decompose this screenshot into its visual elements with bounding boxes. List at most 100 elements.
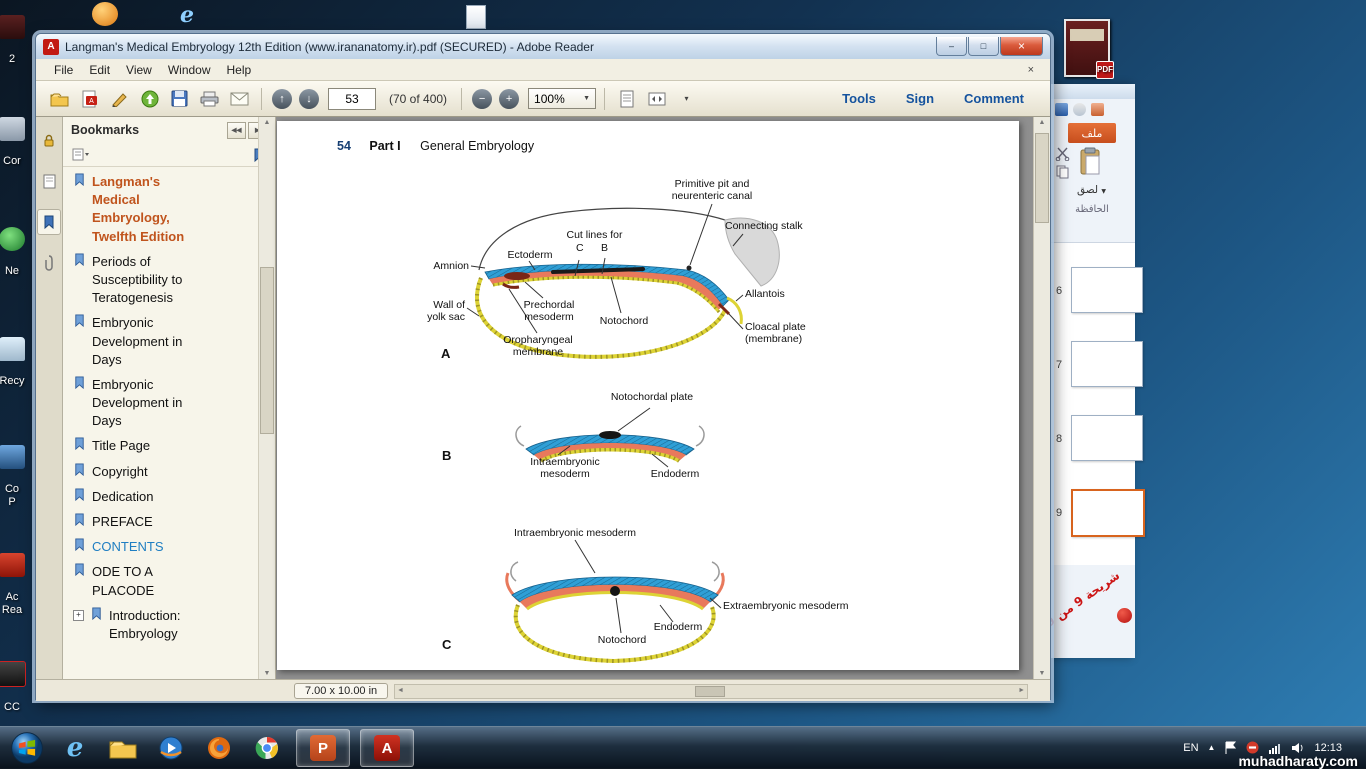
bookmark-item[interactable]: Embryonic Development in Days <box>73 314 259 369</box>
desktop-icon[interactable]: Co P <box>0 432 30 521</box>
zoom-in-button[interactable]: + <box>499 89 519 109</box>
taskbar-internet-explorer-icon[interactable]: e <box>56 730 94 766</box>
window-titlebar[interactable]: A Langman's Medical Embryology 12th Edit… <box>36 34 1050 59</box>
desktop-icon[interactable]: Ne <box>0 214 30 291</box>
bookmark-item[interactable]: ODE TO A PLACODE <box>73 563 259 599</box>
desktop-icon[interactable]: CC <box>0 648 30 727</box>
scrollbar-thumb[interactable] <box>695 686 725 697</box>
page-number-input[interactable] <box>328 88 376 110</box>
document-area[interactable]: 54 Part I General Embryology <box>276 117 1050 679</box>
desktop-icon[interactable]: 2 <box>0 2 30 79</box>
scroll-right-icon[interactable]: ► <box>1018 687 1025 694</box>
sign-pen-button[interactable] <box>106 86 133 111</box>
horizontal-scrollbar[interactable]: ◄ ► <box>394 684 1028 699</box>
bookmarks-scrollbar[interactable]: ▲ ▼ <box>258 117 275 679</box>
bookmark-item-expandable[interactable]: + Introduction: Embryology <box>73 607 259 643</box>
action-center-flag-icon[interactable] <box>1224 741 1237 755</box>
page-thumbnails-tab[interactable] <box>38 169 60 193</box>
bookmark-item[interactable]: PREFACE <box>73 513 259 531</box>
menu-edit[interactable]: Edit <box>81 61 118 79</box>
slides-pane[interactable]: 6 7 8 9 <box>1049 242 1135 565</box>
bookmark-item[interactable]: Periods of Susceptibility to Teratogenes… <box>73 253 259 308</box>
start-button[interactable] <box>8 730 46 766</box>
print-button[interactable] <box>196 86 223 111</box>
bookmark-item[interactable]: Copyright <box>73 463 259 481</box>
ppt-file-button[interactable]: ملف <box>1068 123 1116 143</box>
slide-row[interactable]: 6 <box>1049 243 1135 317</box>
tools-button[interactable]: Tools <box>842 91 876 106</box>
maximize-button[interactable]: □ <box>968 37 999 56</box>
zoom-out-button[interactable]: − <box>472 89 492 109</box>
send-file-button[interactable] <box>136 86 163 111</box>
language-indicator[interactable]: EN <box>1183 742 1198 754</box>
menu-view[interactable]: View <box>118 61 160 79</box>
bookmark-item[interactable]: Langman's Medical Embryology, Twelfth Ed… <box>73 173 259 246</box>
scroll-up-icon[interactable]: ▲ <box>1034 119 1050 126</box>
desktop-icon-document[interactable] <box>466 5 486 29</box>
taskbar-powerpoint-button-active[interactable]: P <box>296 729 350 767</box>
collapse-panel-button[interactable]: ◀◀ <box>227 122 246 139</box>
scrolling-mode-button[interactable] <box>613 86 640 111</box>
menu-help[interactable]: Help <box>219 61 260 79</box>
slide-row[interactable]: 7 <box>1049 317 1135 391</box>
bookmarks-tab[interactable] <box>37 209 61 235</box>
sign-button[interactable]: Sign <box>906 91 934 106</box>
zoom-level-select[interactable]: 100% ▼ <box>528 88 596 109</box>
scroll-left-icon[interactable]: ◄ <box>397 687 404 694</box>
taskbar-chrome-icon[interactable] <box>248 730 286 766</box>
slide-row-selected[interactable]: 9 <box>1049 465 1135 539</box>
create-pdf-button[interactable]: A <box>76 86 103 111</box>
slide-thumbnail[interactable] <box>1071 267 1143 313</box>
bookmark-item[interactable]: Dedication <box>73 488 259 506</box>
expand-bookmark-icon[interactable]: + <box>73 610 84 621</box>
toolbar-overflow-chevron[interactable]: ▾ <box>673 86 700 111</box>
desktop-icon-recycle-bin[interactable]: Recy <box>0 324 30 401</box>
close-button[interactable]: × <box>1000 37 1043 56</box>
taskbar-adobe-reader-button-active[interactable]: A <box>360 729 414 767</box>
desktop-icon-firefox[interactable] <box>92 2 118 26</box>
previous-page-button[interactable]: ↑ <box>272 89 292 109</box>
bookmark-item[interactable]: CONTENTS <box>73 538 259 556</box>
attachments-tab[interactable] <box>38 251 60 275</box>
slide-thumbnail[interactable] <box>1071 415 1143 461</box>
show-hidden-icons-button[interactable]: ▲ <box>1208 743 1216 752</box>
scrollbar-thumb[interactable] <box>260 267 274 434</box>
scroll-up-icon[interactable]: ▲ <box>259 119 275 126</box>
paste-icon[interactable] <box>1077 147 1103 177</box>
minimize-button[interactable]: – <box>936 37 967 56</box>
next-page-button[interactable]: ↓ <box>299 89 319 109</box>
menu-file[interactable]: File <box>46 61 81 79</box>
paste-label[interactable]: لصق ▼ <box>1077 184 1106 196</box>
pdf-page[interactable]: 54 Part I General Embryology <box>277 121 1019 670</box>
slide-row[interactable]: 8 <box>1049 391 1135 465</box>
fit-width-button[interactable] <box>643 86 670 111</box>
bookmark-options-icon[interactable] <box>72 148 90 161</box>
desktop-icon[interactable]: Cor <box>0 104 30 181</box>
email-button[interactable] <box>226 86 253 111</box>
desktop-icon-internet-explorer[interactable]: e <box>174 2 200 26</box>
desktop-icon-adobe-reader[interactable]: Ac Rea <box>0 540 30 629</box>
slide-thumbnail[interactable] <box>1071 341 1143 387</box>
cut-icon[interactable] <box>1055 147 1071 161</box>
taskbar-media-player-icon[interactable] <box>152 730 190 766</box>
save-button[interactable] <box>166 86 193 111</box>
slide-thumbnail-selected[interactable] <box>1071 489 1145 537</box>
taskbar-explorer-icon[interactable] <box>104 730 142 766</box>
scroll-down-icon[interactable]: ▼ <box>259 670 275 677</box>
scrollbar-thumb[interactable] <box>1035 133 1049 223</box>
open-button[interactable] <box>46 86 73 111</box>
comment-button[interactable]: Comment <box>964 91 1024 106</box>
menu-window[interactable]: Window <box>160 61 219 79</box>
redo-icon[interactable] <box>1091 103 1104 116</box>
bookmark-item[interactable]: Embryonic Development in Days <box>73 376 259 431</box>
menubar-close-icon[interactable]: × <box>1022 64 1040 76</box>
taskbar-firefox-icon[interactable] <box>200 730 238 766</box>
copy-icon[interactable] <box>1055 165 1071 179</box>
scroll-down-icon[interactable]: ▼ <box>1034 670 1050 677</box>
undo-icon[interactable] <box>1073 103 1086 116</box>
vertical-scrollbar[interactable]: ▲ ▼ <box>1033 117 1050 679</box>
save-icon[interactable] <box>1055 103 1068 116</box>
security-tab[interactable] <box>38 129 60 153</box>
powerpoint-window-edge[interactable]: ملف <box>1048 84 1135 658</box>
bookmark-item[interactable]: Title Page <box>73 437 259 455</box>
